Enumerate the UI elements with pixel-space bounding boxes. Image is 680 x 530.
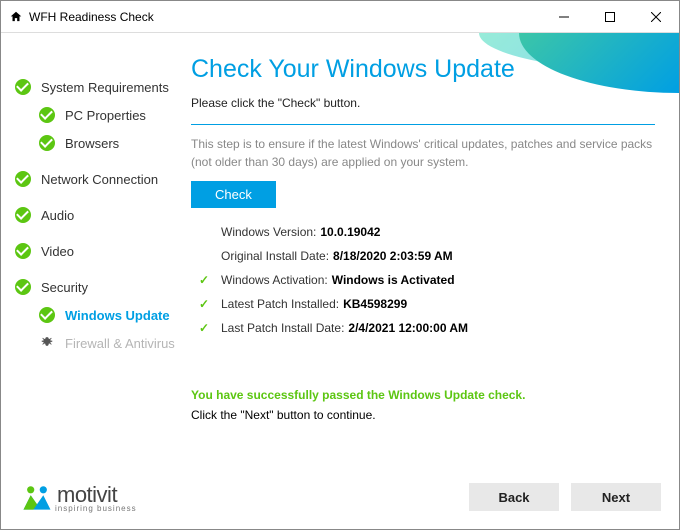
sidebar-item-security[interactable]: Security xyxy=(1,273,179,301)
window-title: WFH Readiness Check xyxy=(29,10,154,24)
checkmark-icon: ✓ xyxy=(199,321,213,335)
result-value: KB4598299 xyxy=(343,297,407,311)
main-panel: Check Your Windows Update Please click t… xyxy=(179,33,679,465)
footer-buttons: Back Next xyxy=(469,483,661,511)
instruction-text: Please click the "Check" button. xyxy=(191,96,655,110)
result-label: Windows Version: xyxy=(221,225,316,239)
sidebar-item-network-connection[interactable]: Network Connection xyxy=(1,165,179,193)
sidebar-item-label: Audio xyxy=(41,208,74,223)
check-icon xyxy=(15,79,31,95)
checkmark-icon: ✓ xyxy=(199,297,213,311)
footer: motivit inspiring business Back Next xyxy=(1,465,679,529)
success-message: You have successfully passed the Windows… xyxy=(191,388,655,402)
sidebar-item-label: Network Connection xyxy=(41,172,158,187)
check-icon xyxy=(39,307,55,323)
check-icon xyxy=(15,243,31,259)
divider xyxy=(191,124,655,125)
result-row-latest-patch: ✓ Latest Patch Installed: KB4598299 xyxy=(199,292,655,316)
checkmark-icon: ✓ xyxy=(199,273,213,287)
maximize-button[interactable] xyxy=(587,1,633,32)
next-button[interactable]: Next xyxy=(571,483,661,511)
result-row-install-date: ✓ Original Install Date: 8/18/2020 2:03:… xyxy=(199,244,655,268)
result-row-windows-version: ✓ Windows Version: 10.0.19042 xyxy=(199,220,655,244)
close-button[interactable] xyxy=(633,1,679,32)
sidebar-item-label: Firewall & Antivirus xyxy=(65,336,175,351)
sidebar-item-audio[interactable]: Audio xyxy=(1,201,179,229)
check-icon xyxy=(15,207,31,223)
page-heading: Check Your Windows Update xyxy=(191,55,655,84)
result-value: 2/4/2021 12:00:00 AM xyxy=(348,321,468,335)
check-button[interactable]: Check xyxy=(191,181,276,208)
titlebar: WFH Readiness Check xyxy=(1,1,679,33)
check-icon xyxy=(15,171,31,187)
next-instruction: Click the "Next" button to continue. xyxy=(191,408,655,422)
sidebar-item-windows-update[interactable]: Windows Update xyxy=(1,301,179,329)
brand-logo: motivit inspiring business xyxy=(19,479,137,515)
sidebar-item-label: Video xyxy=(41,244,74,259)
sidebar-item-system-requirements[interactable]: System Requirements xyxy=(1,73,179,101)
result-label: Original Install Date: xyxy=(221,249,329,263)
check-icon xyxy=(39,135,55,151)
description-text: This step is to ensure if the latest Win… xyxy=(191,135,655,171)
sidebar-item-video[interactable]: Video xyxy=(1,237,179,265)
window-controls xyxy=(541,1,679,32)
minimize-button[interactable] xyxy=(541,1,587,32)
result-value: 10.0.19042 xyxy=(320,225,380,239)
check-icon xyxy=(39,107,55,123)
logo-icon xyxy=(19,479,55,515)
sidebar-item-pc-properties[interactable]: PC Properties xyxy=(1,101,179,129)
result-label: Last Patch Install Date: xyxy=(221,321,344,335)
brand-name: motivit xyxy=(57,482,117,507)
result-value: Windows is Activated xyxy=(332,273,455,287)
body: System Requirements PC Properties Browse… xyxy=(1,33,679,465)
sidebar-item-firewall-antivirus[interactable]: Firewall & Antivirus xyxy=(1,329,179,357)
sidebar-item-label: System Requirements xyxy=(41,80,169,95)
result-label: Windows Activation: xyxy=(221,273,328,287)
sidebar: System Requirements PC Properties Browse… xyxy=(1,33,179,465)
brand-tagline: inspiring business xyxy=(55,504,137,513)
app-icon xyxy=(9,10,23,24)
sidebar-item-label: Security xyxy=(41,280,88,295)
sidebar-item-label: Windows Update xyxy=(65,308,170,323)
sidebar-item-label: PC Properties xyxy=(65,108,146,123)
result-label: Latest Patch Installed: xyxy=(221,297,339,311)
sidebar-item-label: Browsers xyxy=(65,136,119,151)
result-row-activation: ✓ Windows Activation: Windows is Activat… xyxy=(199,268,655,292)
bug-icon xyxy=(39,335,55,351)
result-row-last-patch-date: ✓ Last Patch Install Date: 2/4/2021 12:0… xyxy=(199,316,655,340)
app-window: WFH Readiness Check System Requirements … xyxy=(0,0,680,530)
results-list: ✓ Windows Version: 10.0.19042 ✓ Original… xyxy=(191,220,655,340)
result-value: 8/18/2020 2:03:59 AM xyxy=(333,249,453,263)
check-icon xyxy=(15,279,31,295)
sidebar-item-browsers[interactable]: Browsers xyxy=(1,129,179,157)
back-button[interactable]: Back xyxy=(469,483,559,511)
